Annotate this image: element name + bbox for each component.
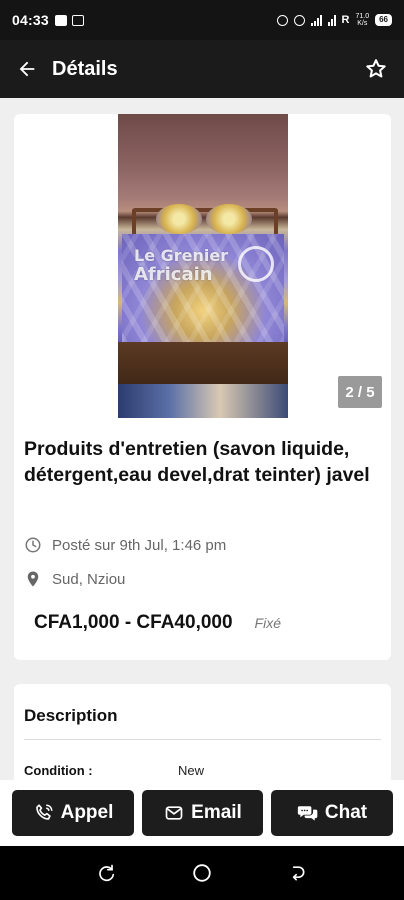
photo-pillow (206, 204, 252, 234)
listing-photo[interactable]: Le Grenier Africain (118, 114, 288, 418)
back-button[interactable] (14, 56, 40, 82)
photo-headboard (132, 208, 278, 236)
photo-pillow (156, 204, 202, 234)
watermark-line1: Le Grenier (134, 246, 229, 265)
nav-home-button[interactable] (189, 860, 215, 886)
chat-bubbles-icon (297, 802, 319, 824)
call-button-label: Appel (60, 802, 114, 823)
listing-card: Le Grenier Africain 2 / 5 Produits d'ent… (14, 114, 391, 660)
app-bar: Détails (0, 40, 404, 98)
signal-icon (310, 14, 322, 26)
system-status-icons: R 71.0 K/s 66 (276, 13, 392, 27)
watermark-line2: Africain (134, 264, 213, 285)
notification-icons (54, 14, 84, 26)
call-button[interactable]: Appel (12, 790, 134, 836)
contact-action-bar: Appel Email Chat (0, 780, 404, 846)
price-row: CFA1,000 - CFA40,000 Fixé (34, 612, 281, 634)
photo-counter: 2 / 5 (338, 376, 382, 408)
network-speed-unit: K/s (357, 20, 368, 27)
star-outline-icon (366, 59, 386, 78)
watermark-logo: Le Grenier Africain (134, 246, 228, 284)
alarm-icon (276, 14, 288, 26)
envelope-icon (163, 802, 185, 824)
roaming-indicator: R (341, 14, 350, 26)
description-divider (24, 739, 381, 740)
posted-date: Posté sur 9th Jul, 1:46 pm (52, 536, 227, 554)
photo-bed-frame (118, 342, 288, 386)
location-pin-icon (24, 570, 42, 588)
description-heading: Description (24, 706, 118, 725)
back-nav-icon (292, 866, 305, 881)
condition-label: Condition : (24, 763, 93, 778)
chat-button-label: Chat (324, 802, 368, 823)
system-nav-bar (0, 846, 404, 900)
chat-button[interactable]: Chat (271, 790, 393, 836)
email-button[interactable]: Email (142, 790, 263, 836)
photo-floor (118, 384, 288, 418)
location-row: Sud, Nziou (24, 570, 125, 588)
notification-app-icon (54, 14, 67, 26)
signal-secondary-icon (327, 14, 336, 26)
network-speed-value: 71.0 (355, 13, 370, 20)
favorite-button[interactable] (362, 55, 390, 83)
watermark-globe-icon (238, 246, 274, 282)
posted-date-row: Posté sur 9th Jul, 1:46 pm (24, 536, 226, 554)
network-speed: 71.0 K/s (355, 13, 369, 27)
condition-value: New (178, 763, 205, 778)
hotspot-icon (293, 14, 305, 26)
battery-icon: 66 (375, 14, 392, 26)
home-circle-icon (193, 864, 211, 882)
status-time: 04:33 (12, 12, 49, 28)
phone-icon (33, 802, 55, 824)
status-bar: 04:33 R 71.0 K/s 66 (0, 0, 404, 40)
price-range: CFA1,000 - CFA40,000 (34, 612, 233, 633)
clock-icon (24, 536, 42, 554)
listing-title: Produits d'entretien (savon liquide, dét… (24, 438, 370, 486)
nav-back-button[interactable] (284, 860, 310, 886)
nav-recents-button[interactable] (94, 860, 120, 886)
arrow-left-icon (19, 61, 35, 77)
notification-screen-icon (71, 14, 84, 26)
page-title: Détails (52, 57, 118, 80)
email-button-label: Email (191, 802, 242, 823)
price-type: Fixé (254, 615, 281, 631)
location-text: Sud, Nziou (52, 570, 126, 588)
recents-icon (99, 864, 115, 882)
